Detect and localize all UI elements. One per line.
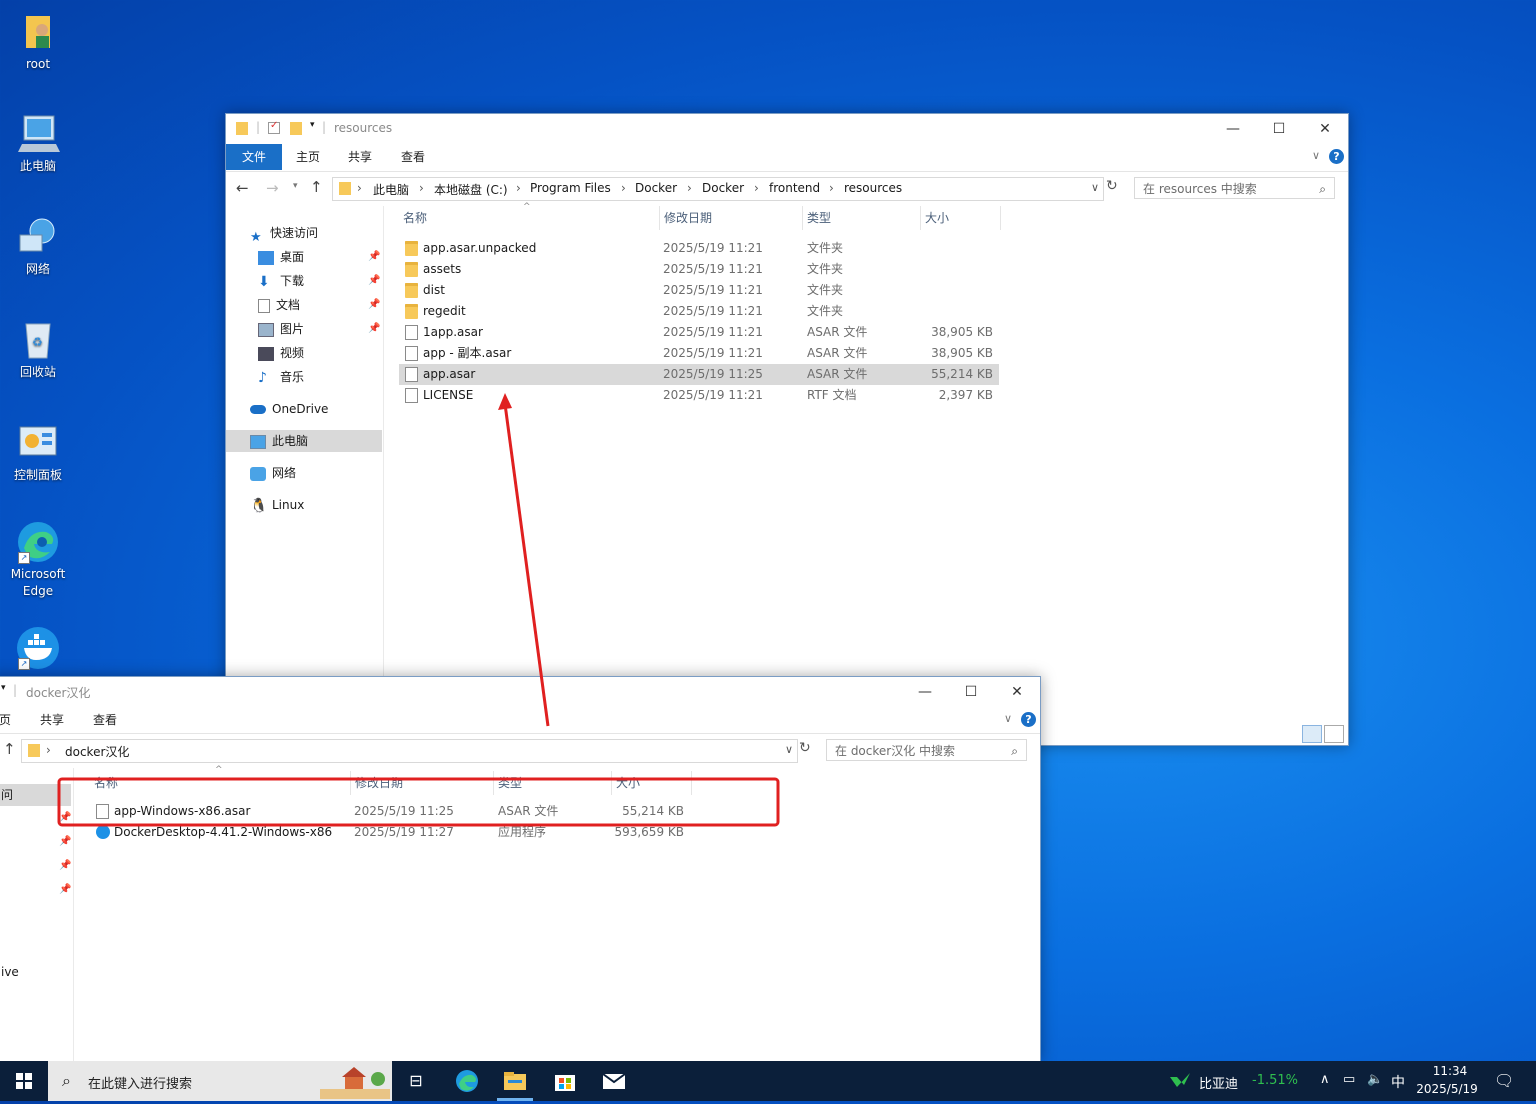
taskbar-search-box[interactable]: ⌕ 在此键入进行搜索: [48, 1061, 392, 1101]
volume-icon[interactable]: 🔈: [1367, 1072, 1383, 1087]
search-highlight-illustration-icon: [320, 1067, 390, 1099]
mail-taskbar-icon[interactable]: [602, 1069, 626, 1093]
stock-widget-icon[interactable]: [1170, 1071, 1190, 1089]
search-icon: ⌕: [62, 1071, 71, 1090]
notification-center-icon[interactable]: 🗨: [1494, 1071, 1514, 1090]
edge-taskbar-icon[interactable]: [455, 1069, 479, 1093]
store-taskbar-icon[interactable]: [553, 1069, 577, 1093]
annotation-highlight-box: [57, 777, 780, 827]
file-explorer-taskbar-icon[interactable]: [503, 1069, 527, 1093]
annotation-layer: [57, 393, 780, 827]
annotation-arrow: [503, 403, 550, 727]
ime-indicator[interactable]: 中: [1391, 1072, 1405, 1092]
start-button[interactable]: [0, 1061, 48, 1101]
stock-name[interactable]: 比亚迪: [1199, 1073, 1238, 1092]
stock-change[interactable]: -1.51%: [1252, 1073, 1298, 1088]
windows-logo-icon: [16, 1073, 32, 1089]
network-status-icon[interactable]: ▭: [1343, 1072, 1355, 1087]
show-hidden-icons-button[interactable]: ∧: [1320, 1072, 1330, 1087]
clock-time[interactable]: 11:34: [1430, 1064, 1470, 1078]
taskbar: ⌕ 在此键入进行搜索 ⊟ 比亚迪 -1.51% ∧ ▭ 🔈 中 11:34 20…: [0, 1061, 1536, 1101]
annotation-arrowhead: [498, 393, 512, 410]
task-view-icon[interactable]: ⊟: [404, 1069, 428, 1093]
taskbar-search-placeholder: 在此键入进行搜索: [88, 1077, 193, 1092]
clock-date[interactable]: 2025/5/19: [1414, 1082, 1480, 1096]
